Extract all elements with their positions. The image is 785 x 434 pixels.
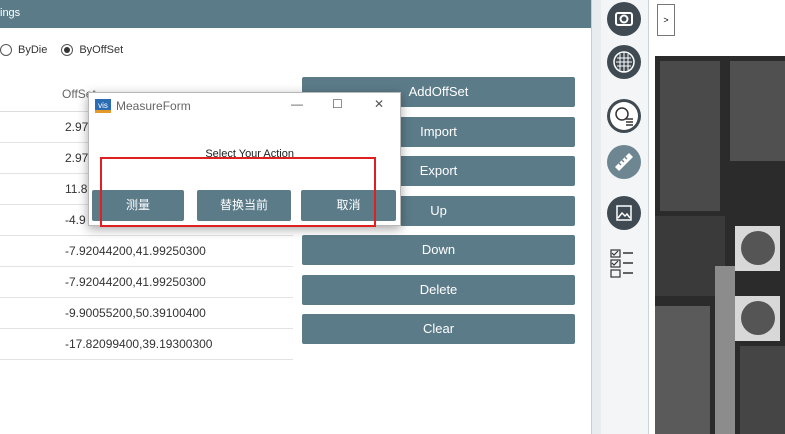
offset-mode-radios: ByDie ByOffSet <box>0 44 137 56</box>
image-icon[interactable] <box>607 196 641 230</box>
camera-icon[interactable] <box>607 2 641 36</box>
table-row[interactable]: -9.90055200,50.39100400 <box>0 298 293 329</box>
measure-ruler-icon[interactable] <box>607 145 641 179</box>
table-row[interactable]: -7.92044200,41.99250300 <box>0 236 293 267</box>
settings-title: ings <box>0 7 21 19</box>
maximize-icon[interactable]: ☐ <box>332 97 343 111</box>
dialog-titlebar: vis MeasureForm <box>95 99 191 113</box>
expand-toggle[interactable]: > <box>657 4 675 36</box>
down-button[interactable]: Down <box>302 235 575 265</box>
table-row[interactable]: -7.92044200,41.99250300 <box>0 267 293 298</box>
app-logo-icon: vis <box>95 99 111 113</box>
radio-byoffset-label: ByOffSet <box>79 44 124 56</box>
highlight-box <box>100 157 376 227</box>
checklist-icon[interactable] <box>609 247 643 281</box>
close-icon[interactable]: ✕ <box>374 97 384 111</box>
panel-splitter[interactable] <box>591 0 601 434</box>
minimize-icon[interactable]: — <box>291 97 303 111</box>
tool-sidebar <box>601 0 649 434</box>
clear-button[interactable]: Clear <box>302 314 575 344</box>
radio-bydie-label: ByDie <box>18 44 48 56</box>
dialog-title: MeasureForm <box>116 99 191 113</box>
radio-bydie[interactable]: ByDie <box>0 44 47 56</box>
wafer-image <box>655 56 785 434</box>
radio-bydie-circle[interactable] <box>0 44 12 56</box>
delete-button[interactable]: Delete <box>302 274 575 305</box>
radio-byoffset-circle[interactable] <box>61 44 74 56</box>
settings-header: ings <box>0 0 591 28</box>
radio-byoffset[interactable]: ByOffSet <box>61 44 123 56</box>
wafer-image-view[interactable] <box>655 56 785 434</box>
die-list-icon[interactable] <box>607 99 641 133</box>
wafer-grid-icon[interactable] <box>607 45 641 79</box>
table-row[interactable]: -17.82099400,39.19300300 <box>0 329 293 360</box>
